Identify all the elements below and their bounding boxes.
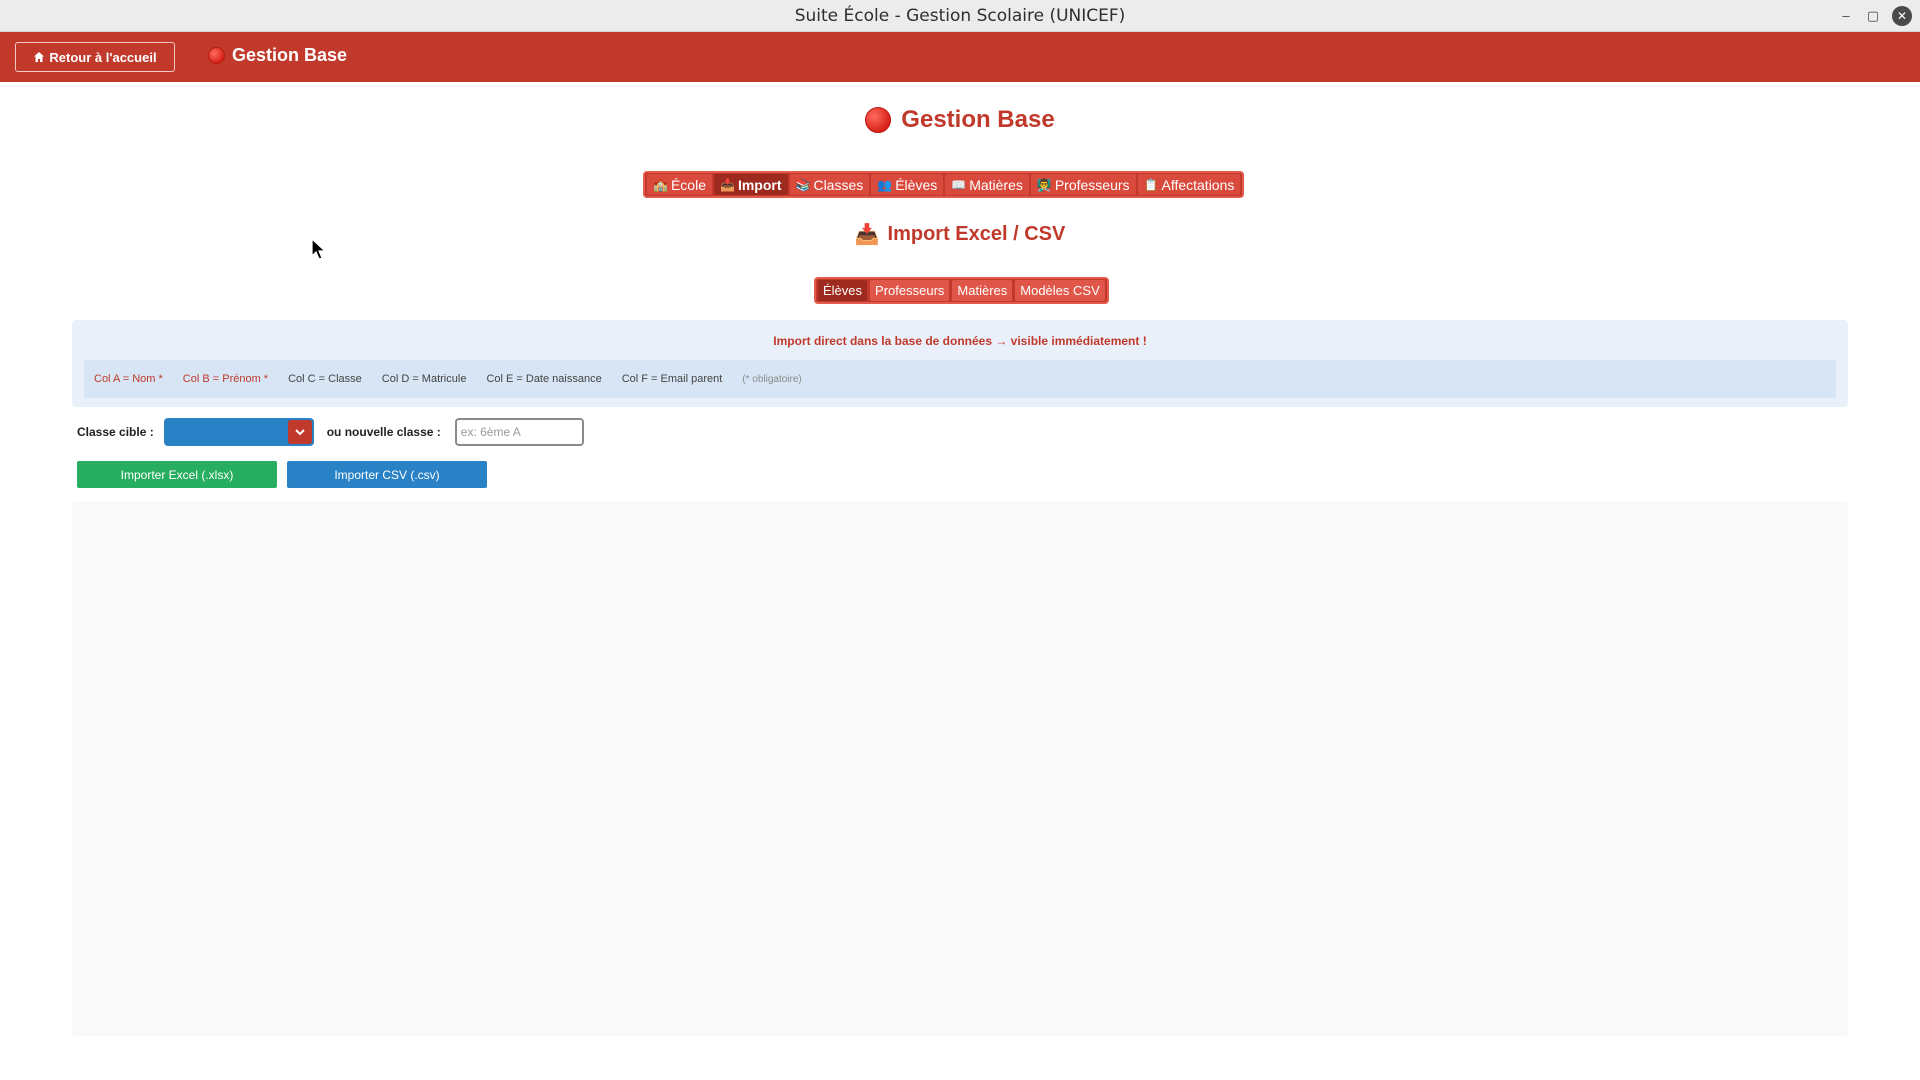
- chevron-down-icon[interactable]: [287, 420, 312, 444]
- class-selection-row: Classe cible : ou nouvelle classe :: [77, 418, 584, 446]
- app-title-text: Gestion Base: [232, 45, 348, 65]
- inbox-tray-icon: 📥: [719, 177, 735, 192]
- red-circle-icon: [208, 47, 225, 64]
- back-home-label: Retour à l'accueil: [49, 49, 157, 65]
- app-header: Retour à l'accueil Gestion Base: [0, 32, 1920, 82]
- page-title-text: Gestion Base: [901, 106, 1055, 133]
- subtab-professeurs[interactable]: Professeurs: [870, 280, 950, 301]
- import-csv-button[interactable]: Importer CSV (.csv): [287, 461, 487, 488]
- import-info-panel: Import direct dans la base de données → …: [72, 320, 1848, 407]
- page-title: Gestion Base: [0, 106, 1920, 134]
- tab-label: Affectations: [1161, 176, 1235, 193]
- tab-ecole[interactable]: 🏫 École: [647, 174, 712, 195]
- app-title: Gestion Base: [208, 45, 347, 66]
- open-book-icon: 📖: [951, 177, 967, 192]
- tab-eleves[interactable]: 👥 Élèves: [871, 174, 944, 195]
- main-tab-bar: 🏫 École 📥 Import 📚 Classes 👥 Élèves 📖 Ma…: [643, 171, 1245, 198]
- new-class-input[interactable]: [454, 418, 584, 446]
- red-circle-icon: [865, 107, 892, 133]
- import-notice: Import direct dans la base de données → …: [773, 334, 1147, 348]
- tab-classes[interactable]: 📚 Classes: [789, 174, 870, 195]
- column-prenom: Col B = Prénom *: [182, 373, 269, 385]
- window-titlebar: Suite École - Gestion Scolaire (UNICEF) …: [0, 0, 1920, 32]
- column-date-naissance: Col E = Date naissance: [486, 373, 602, 385]
- column-mapping: Col A = Nom * Col B = Prénom * Col C = C…: [84, 360, 1836, 398]
- tab-matieres[interactable]: 📖 Matières: [945, 174, 1029, 195]
- clipboard-icon: 📋: [1143, 177, 1159, 192]
- subtab-modeles-csv[interactable]: Modèles CSV: [1015, 280, 1105, 301]
- column-email-parent: Col F = Email parent: [621, 373, 723, 385]
- import-type-tabs: Élèves Professeurs Matières Modèles CSV: [814, 277, 1109, 304]
- tab-label: Élèves: [895, 176, 938, 193]
- tab-label: Professeurs: [1054, 176, 1130, 193]
- section-title-text: Import Excel / CSV: [887, 223, 1066, 245]
- subtab-eleves[interactable]: Élèves: [818, 280, 868, 301]
- home-icon: [34, 52, 45, 62]
- teacher-icon: 👨‍🏫: [1036, 177, 1052, 192]
- users-icon: 👥: [877, 177, 893, 192]
- tab-label: Classes: [813, 176, 864, 193]
- school-icon: 🏫: [653, 177, 668, 192]
- back-home-button[interactable]: Retour à l'accueil: [15, 42, 175, 72]
- close-icon[interactable]: ✕: [1892, 6, 1912, 26]
- mouse-cursor-icon: [311, 238, 327, 260]
- tab-label: Matières: [969, 176, 1023, 193]
- import-buttons: Importer Excel (.xlsx) Importer CSV (.cs…: [77, 461, 487, 488]
- new-class-label: ou nouvelle classe :: [326, 425, 441, 439]
- tab-professeurs[interactable]: 👨‍🏫 Professeurs: [1030, 174, 1136, 195]
- import-results-area: [72, 501, 1848, 1036]
- tab-affectations[interactable]: 📋 Affectations: [1137, 174, 1241, 195]
- tab-label: École: [670, 176, 706, 193]
- minimize-icon[interactable]: –: [1836, 6, 1856, 26]
- subtab-matieres[interactable]: Matières: [952, 280, 1013, 301]
- import-excel-button[interactable]: Importer Excel (.xlsx): [77, 461, 277, 488]
- column-classe: Col C = Classe: [288, 373, 362, 385]
- required-note: (* obligatoire): [742, 373, 802, 385]
- section-title: 📥 Import Excel / CSV: [0, 222, 1920, 247]
- inbox-tray-icon: 📥: [854, 224, 880, 246]
- target-class-label: Classe cible :: [77, 425, 154, 439]
- column-nom: Col A = Nom *: [94, 373, 163, 385]
- target-class-select[interactable]: [163, 418, 314, 446]
- tab-import[interactable]: 📥 Import: [713, 174, 788, 195]
- window-title: Suite École - Gestion Scolaire (UNICEF): [794, 6, 1126, 26]
- tab-label: Import: [737, 176, 782, 193]
- maximize-icon[interactable]: ▢: [1863, 6, 1883, 26]
- books-icon: 📚: [795, 177, 811, 192]
- column-matricule: Col D = Matricule: [381, 373, 467, 385]
